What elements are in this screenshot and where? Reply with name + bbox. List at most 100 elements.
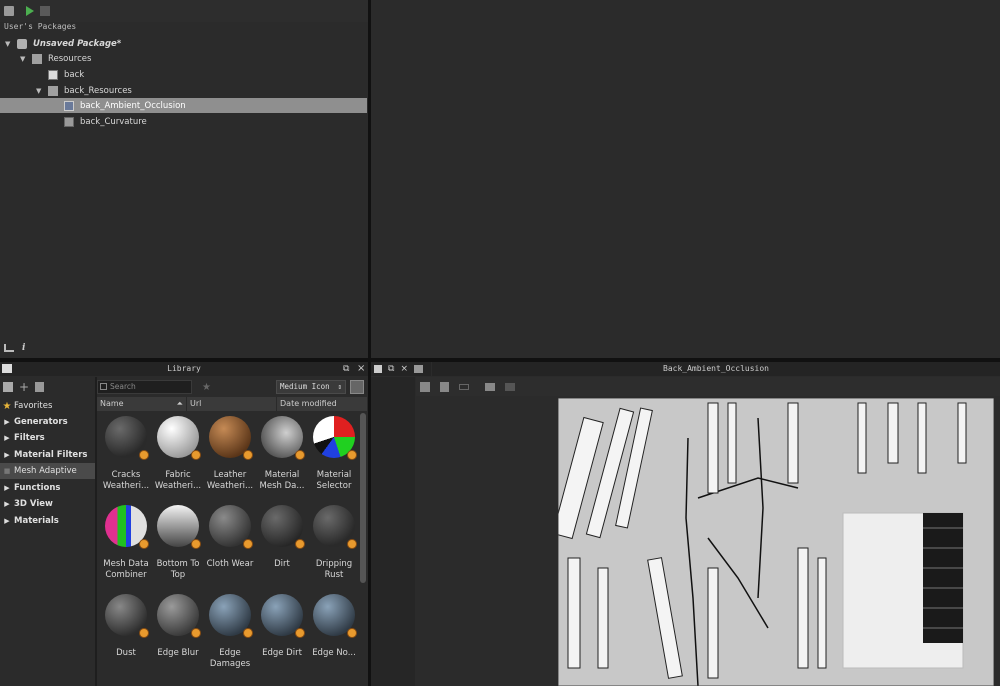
favorite-star-icon[interactable]: ★: [202, 382, 211, 393]
library-item[interactable]: Leather Weatheri...: [204, 416, 256, 502]
float-icon[interactable]: ⧉: [388, 364, 394, 374]
publish-icon[interactable]: [40, 6, 50, 16]
library-scrollbar[interactable]: [360, 413, 366, 583]
image-icon[interactable]: [485, 382, 495, 391]
library-item-label: Mesh Data Combiner: [103, 559, 149, 580]
column-headers: Name ⏶ Url Date modified: [97, 397, 368, 411]
cube-icon[interactable]: [374, 365, 382, 373]
tree-item-package[interactable]: ▼ Unsaved Package*: [5, 36, 121, 51]
back-label: back: [64, 69, 85, 80]
library-item-label: Edge Dirt: [262, 648, 302, 658]
channels-icon[interactable]: [505, 382, 515, 391]
category-mesh-adaptive[interactable]: ■ Mesh Adaptive: [0, 463, 95, 479]
substance-badge-icon: [347, 450, 357, 460]
tree-item-curvature[interactable]: back_Curvature: [56, 114, 147, 129]
column-date[interactable]: Date modified: [277, 397, 368, 411]
view-mode-value: Medium Icon: [280, 382, 330, 391]
library-item[interactable]: Dripping Rust: [308, 505, 360, 591]
category-functions[interactable]: ▶ Functions: [0, 480, 95, 496]
column-name[interactable]: Name ⏶: [97, 397, 187, 411]
folder-icon: [2, 364, 12, 373]
library-item[interactable]: Edge Dirt: [256, 594, 308, 680]
library-item-label: Edge Blur: [157, 648, 199, 658]
material-preview-icon: [157, 505, 201, 549]
grid-icon[interactable]: [420, 381, 430, 392]
tree-item-resources[interactable]: ▼ Resources: [20, 51, 91, 66]
material-preview-icon: [313, 505, 357, 549]
mesh-icon: ■: [3, 467, 11, 475]
list-view-icon[interactable]: [350, 380, 364, 394]
material-preview-icon: [313, 594, 357, 638]
folder-icon: [32, 53, 42, 64]
3d-view-area[interactable]: [371, 377, 415, 686]
chevron-right-icon: ▶: [4, 434, 10, 442]
library-item[interactable]: Edge No...: [308, 594, 360, 680]
substance-badge-icon: [139, 628, 149, 638]
library-item[interactable]: Fabric Weatheri...: [152, 416, 204, 502]
link-icon[interactable]: [459, 383, 469, 390]
library-item-label: Dust: [116, 648, 136, 658]
search-icon: [100, 383, 107, 390]
library-search-row: Search ★ Medium Icon ⇕: [97, 378, 368, 396]
category-label: Materials: [14, 516, 59, 526]
substance-badge-icon: [347, 539, 357, 549]
play-icon[interactable]: [26, 6, 34, 16]
library-item[interactable]: Dirt: [256, 505, 308, 591]
library-item-label: Dirt: [274, 559, 290, 569]
tree-item-back[interactable]: back: [40, 67, 84, 82]
copy-icon[interactable]: [3, 382, 13, 392]
library-item[interactable]: Edge Blur: [152, 594, 204, 680]
float-icon[interactable]: ⧉: [343, 364, 349, 374]
material-preview-icon: [261, 594, 305, 638]
tree-item-ambient-occlusion[interactable]: back_Ambient_Occlusion: [56, 98, 186, 113]
material-preview-icon: [261, 505, 305, 549]
bitmap-icon: [64, 116, 74, 127]
library-item[interactable]: Material Selector: [308, 416, 360, 502]
new-package-icon[interactable]: [4, 6, 14, 16]
camera-icon[interactable]: [413, 365, 423, 373]
chevron-right-icon: ▶: [4, 451, 10, 459]
column-url[interactable]: Url: [187, 397, 277, 411]
view-mode-select[interactable]: Medium Icon ⇕: [276, 380, 346, 394]
ambient-occlusion-texture[interactable]: [558, 398, 994, 686]
graph-view[interactable]: [371, 0, 1000, 358]
library-title: Library: [0, 362, 368, 376]
info-icon[interactable]: i: [22, 343, 25, 353]
star-icon: ★: [2, 400, 12, 412]
category-3d-view[interactable]: ▶ 3D View: [0, 496, 95, 512]
substance-badge-icon: [243, 539, 253, 549]
collapse-icon[interactable]: ▼: [36, 87, 44, 95]
package-name: Unsaved Package*: [33, 38, 122, 49]
category-label: Favorites: [14, 401, 53, 411]
close-icon[interactable]: ×: [357, 363, 365, 374]
library-item[interactable]: Dust: [100, 594, 152, 680]
category-favorites[interactable]: ★ Favorites: [0, 398, 95, 414]
material-preview-icon: [105, 505, 149, 549]
category-filters[interactable]: ▶ Filters: [0, 430, 95, 446]
hierarchy-icon[interactable]: [4, 344, 14, 352]
library-item[interactable]: Material Mesh Da...: [256, 416, 308, 502]
resources-label: Resources: [48, 53, 92, 64]
category-label: Functions: [14, 483, 61, 493]
close-icon[interactable]: ×: [400, 364, 408, 374]
library-item[interactable]: Edge Damages: [204, 594, 256, 680]
edit-icon[interactable]: [35, 382, 45, 392]
tree-item-back-resources[interactable]: ▼ back_Resources: [36, 83, 132, 98]
category-generators[interactable]: ▶ Generators: [0, 414, 95, 430]
category-label: Mesh Adaptive: [14, 466, 77, 476]
add-icon[interactable]: +: [19, 380, 29, 394]
substance-badge-icon: [243, 628, 253, 638]
category-material-filters[interactable]: ▶ Material Filters: [0, 447, 95, 463]
2d-view-toolbar: [416, 377, 1000, 396]
column-label: Name: [100, 399, 124, 408]
library-item[interactable]: Cracks Weatheri...: [100, 416, 152, 502]
library-item[interactable]: Bottom To Top: [152, 505, 204, 591]
collapse-icon[interactable]: ▼: [5, 40, 13, 48]
edit-icon[interactable]: [440, 381, 449, 392]
library-item[interactable]: Mesh Data Combiner: [100, 505, 152, 591]
collapse-icon[interactable]: ▼: [20, 55, 28, 63]
substance-badge-icon: [295, 450, 305, 460]
category-materials[interactable]: ▶ Materials: [0, 513, 95, 529]
library-item[interactable]: Cloth Wear: [204, 505, 256, 591]
search-input[interactable]: Search: [97, 380, 192, 394]
